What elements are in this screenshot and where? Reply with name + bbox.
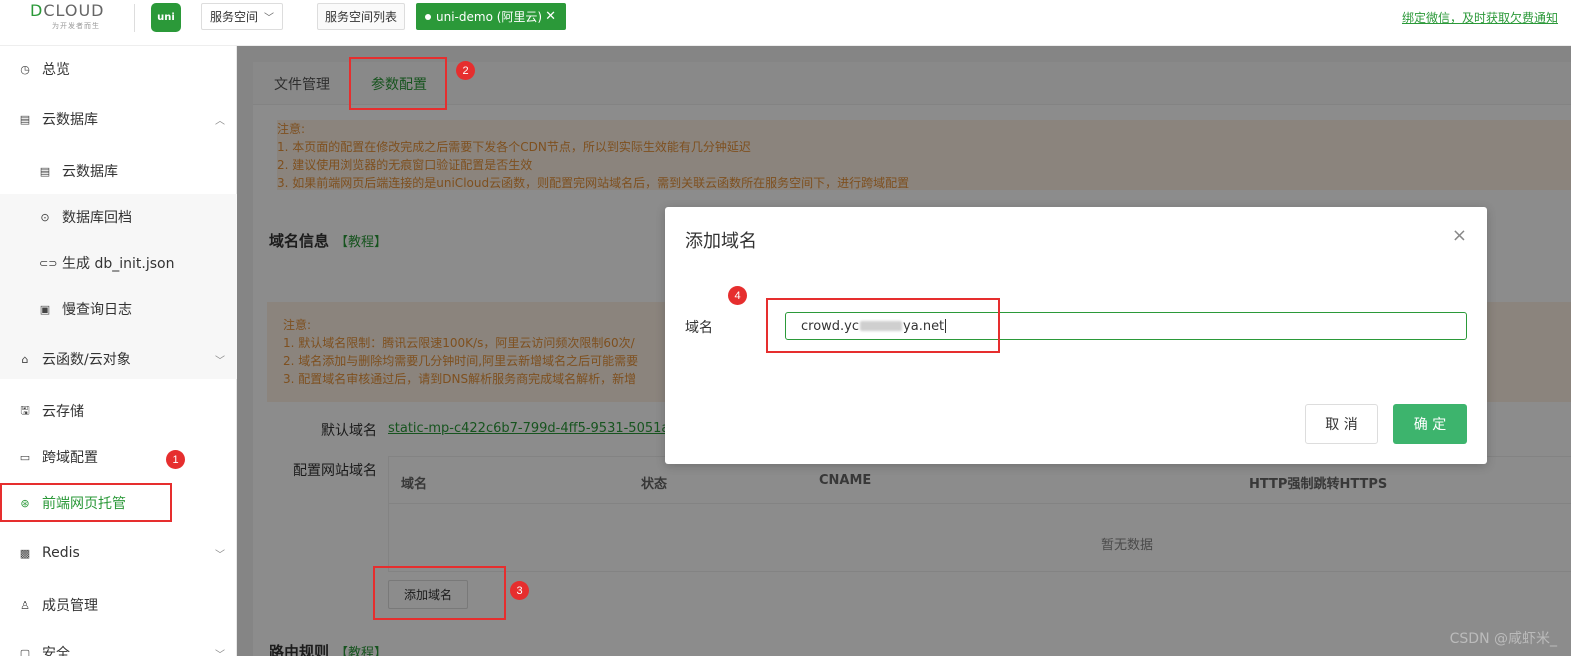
redis-icon: ▩ <box>19 546 31 560</box>
sidebar-item-label: 数据库回档 <box>62 210 132 226</box>
uni-logo-icon[interactable]: uni <box>151 3 181 32</box>
cors-icon: ▭ <box>19 450 31 464</box>
rollback-icon: ⊙ <box>40 210 50 224</box>
hosting-icon: ⊛ <box>20 496 30 510</box>
confirm-button[interactable]: 确 定 <box>1393 404 1467 444</box>
logo-brand-text: CLOUD <box>43 1 105 20</box>
sidebar-item-db-init[interactable]: ⊂⊃ 生成 db_init.json <box>0 248 237 278</box>
space-select[interactable]: 服务空间 ﹀ <box>201 3 283 30</box>
close-icon[interactable]: × <box>1452 225 1467 246</box>
sidebar-item-label: 安全 <box>42 646 70 656</box>
space-select-label: 服务空间 <box>210 10 259 24</box>
chevron-down-icon: ﹀ <box>264 13 275 24</box>
cloud-function-icon: ⌂ <box>21 352 29 366</box>
shield-icon: ▢ <box>19 646 31 656</box>
add-domain-dialog: 添加域名 × 域名 crowd.yc ya.net 取 消 确 定 <box>665 207 1487 464</box>
annotation-badge: 1 <box>166 450 185 469</box>
top-bar: DCLOUD 为开发者而生 uni 服务空间 ﹀ 服务空间列表 uni-demo… <box>0 0 1571 46</box>
log-icon: ▣ <box>39 302 51 316</box>
text-cursor <box>945 319 947 333</box>
sidebar-item-cloud-storage[interactable]: 🖫 云存储 <box>0 396 237 426</box>
sidebar-item-label: 总览 <box>42 62 70 78</box>
chevron-down-icon: ﹀ <box>215 549 225 561</box>
sidebar-item-db-rollback[interactable]: ⊙ 数据库回档 <box>0 202 237 232</box>
space-list-button[interactable]: 服务空间列表 <box>317 3 405 30</box>
redacted-text <box>860 321 903 331</box>
watermark: CSDN @咸虾米_ <box>1449 631 1557 647</box>
sidebar-item-overview[interactable]: ◷ 总览 <box>0 54 237 84</box>
sidebar-item-label: 云存储 <box>42 404 84 420</box>
logo-divider <box>134 4 135 32</box>
sidebar-item-label: 云数据库 <box>62 164 118 180</box>
database-icon: ▤ <box>39 164 51 178</box>
sidebar-item-web-hosting[interactable]: ⊛ 前端网页托管 <box>0 488 237 518</box>
sidebar-item-label: 前端网页托管 <box>42 496 126 512</box>
cancel-button[interactable]: 取 消 <box>1305 404 1378 444</box>
sidebar-item-redis[interactable]: ▩ Redis ﹀ <box>0 538 237 568</box>
logo-brand-prefix: D <box>30 1 44 20</box>
sidebar-item-label: 跨域配置 <box>42 450 98 466</box>
domain-input[interactable]: crowd.yc ya.net <box>785 312 1467 340</box>
sidebar-item-slow-query[interactable]: ▣ 慢查询日志 <box>0 294 237 324</box>
sidebar-item-label: 云数据库 <box>42 112 98 128</box>
bind-wechat-link[interactable]: 绑定微信，及时获取欠费通知 <box>1402 9 1558 26</box>
domain-input-prefix: crowd.yc <box>801 318 860 334</box>
sidebar-item-label: 成员管理 <box>42 598 98 614</box>
database-icon: ▤ <box>19 112 31 126</box>
sidebar-item-cors[interactable]: ▭ 跨域配置 <box>0 442 237 472</box>
annotation-badge: 3 <box>510 581 529 600</box>
user-icon: ♙ <box>20 598 30 612</box>
link-icon: ⊂⊃ <box>39 256 58 270</box>
close-icon[interactable]: ✕ <box>545 9 556 24</box>
logo-slogan: 为开发者而生 <box>52 22 100 30</box>
sidebar-item-cloud-functions[interactable]: ⌂ 云函数/云对象 ﹀ <box>0 344 237 374</box>
sidebar-item-label: 云函数/云对象 <box>42 352 131 368</box>
annotation-badge: 4 <box>728 286 747 305</box>
status-dot-icon <box>425 13 431 20</box>
sidebar-item-label: 生成 db_init.json <box>62 256 175 272</box>
space-tag-label: uni-demo (阿里云) <box>436 10 543 24</box>
chevron-down-icon: ﹀ <box>215 649 225 656</box>
dcloud-logo[interactable]: DCLOUD 为开发者而生 <box>30 1 122 35</box>
annotation-badge: 2 <box>456 61 475 80</box>
sidebar-item-cloud-db[interactable]: ▤ 云数据库 ︿ <box>0 104 237 134</box>
sidebar-item-cloud-db-sub[interactable]: ▤ 云数据库 <box>0 156 237 186</box>
chevron-down-icon: ﹀ <box>215 355 225 367</box>
sidebar-item-label: Redis <box>42 545 80 561</box>
sidebar: ◷ 总览 ▤ 云数据库 ︿ ▤ 云数据库 ⊙ 数据库回档 ⊂⊃ 生成 db_in… <box>0 46 237 656</box>
storage-icon: 🖫 <box>20 403 30 417</box>
current-space-tag[interactable]: uni-demo (阿里云) ✕ <box>416 3 566 30</box>
domain-input-suffix: ya.net <box>903 318 945 334</box>
chevron-up-icon: ︿ <box>215 115 225 127</box>
domain-field-label: 域名 <box>685 320 713 336</box>
sidebar-item-security[interactable]: ▢ 安全 ﹀ <box>0 638 237 656</box>
dialog-title: 添加域名 <box>685 231 757 252</box>
sidebar-item-label: 慢查询日志 <box>62 302 132 318</box>
sidebar-item-members[interactable]: ♙ 成员管理 <box>0 590 237 620</box>
dashboard-icon: ◷ <box>20 62 30 76</box>
